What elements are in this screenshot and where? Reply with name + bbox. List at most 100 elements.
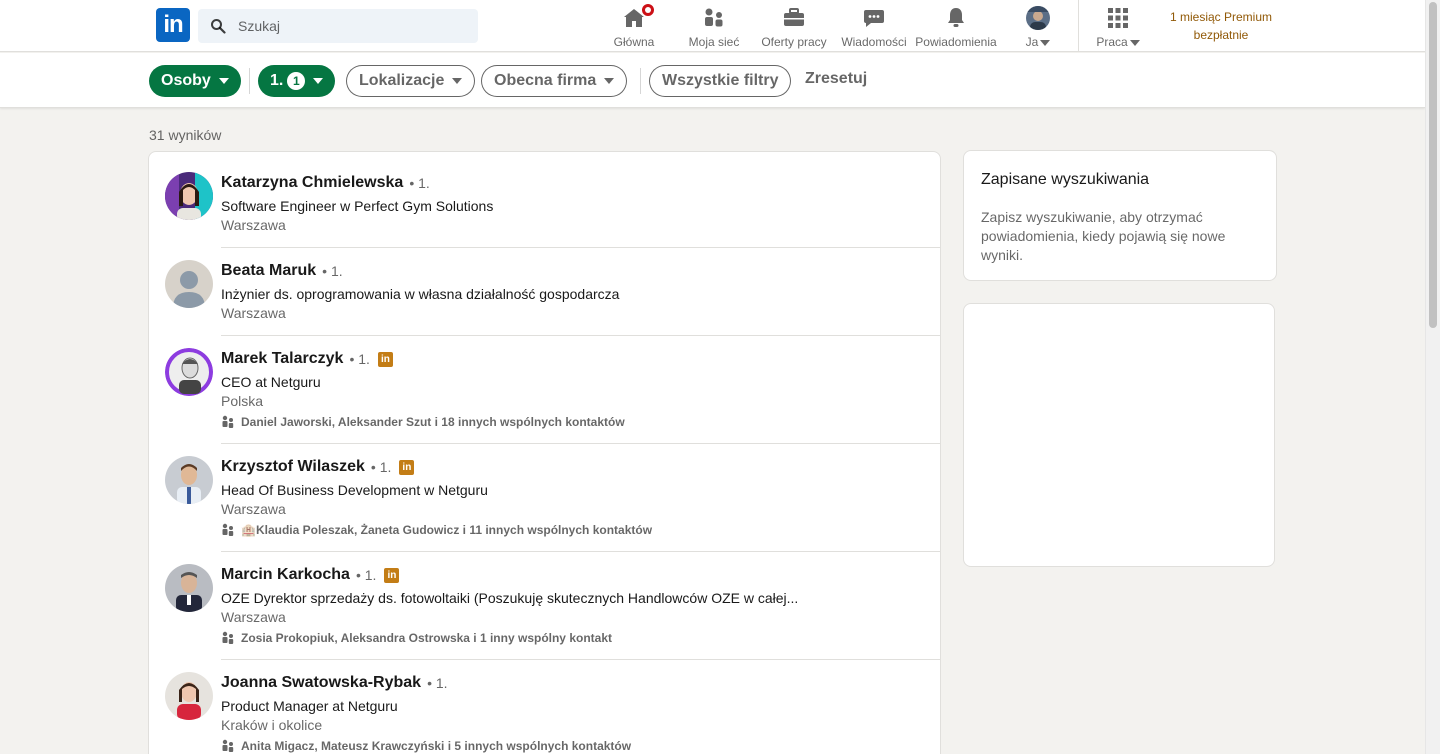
filter-degree-button[interactable]: 1. 1 xyxy=(258,65,336,97)
avatar[interactable] xyxy=(165,672,213,720)
notification-badge xyxy=(640,2,656,18)
home-icon xyxy=(622,2,656,31)
person-name-text: Marcin Karkocha xyxy=(221,566,350,583)
person-headline: Head Of Business Development w Netguru xyxy=(221,482,488,498)
nav-notifications[interactable]: Powiadomienia xyxy=(912,0,1000,52)
person-headline: OZE Dyrektor sprzedaży ds. fotowoltaiki … xyxy=(221,590,799,606)
linkedin-logo[interactable]: in xyxy=(156,8,190,42)
person-name-text: Beata Maruk xyxy=(221,262,317,279)
person-location: Warszawa xyxy=(221,217,286,233)
nav-messaging-label: Wiadomości xyxy=(841,35,907,49)
search-input[interactable] xyxy=(238,18,458,34)
person-name-text: Marek Talarczyk xyxy=(221,350,344,367)
filter-current-company-label: Obecna firma xyxy=(494,72,597,89)
person-name[interactable]: Katarzyna Chmielewska • 1. xyxy=(221,174,430,192)
list-item[interactable]: Beata Maruk • 1. Inżynier ds. oprogramowa… xyxy=(149,248,940,336)
network-icon xyxy=(702,5,726,31)
nav-me-label: Ja xyxy=(1026,35,1051,49)
nav-work[interactable]: Praca xyxy=(1092,0,1144,52)
person-headline: CEO at Netguru xyxy=(221,374,321,390)
person-name-text: Joanna Swatowska-Rybak xyxy=(221,674,422,691)
chevron-down-icon xyxy=(313,78,324,84)
person-name-text: Krzysztof Wilaszek xyxy=(221,458,365,475)
messaging-icon xyxy=(862,5,886,31)
person-name[interactable]: Joanna Swatowska-Rybak • 1. xyxy=(221,674,448,692)
avatar[interactable] xyxy=(165,172,213,220)
avatar[interactable] xyxy=(165,456,213,504)
list-item[interactable]: Marek Talarczyk • 1. in CEO at Netguru Pol… xyxy=(149,336,940,444)
me-label-text: Ja xyxy=(1025,35,1039,49)
premium-line2: bezpłatnie xyxy=(1193,28,1249,42)
filter-divider xyxy=(640,68,641,94)
nav-messaging[interactable]: Wiadomości xyxy=(838,0,910,52)
nav-jobs[interactable]: Oferty pracy xyxy=(756,0,832,52)
list-item[interactable]: Marcin Karkocha • 1. in OZE Dyrektor sprze… xyxy=(149,552,940,660)
person-location: Warszawa xyxy=(221,609,286,625)
shared-connections[interactable]: Zosia Prokopiuk, Aleksandra Ostrowska i … xyxy=(221,631,612,645)
saved-searches-card: Zapisane wyszukiwania Zapisz wyszukiwani… xyxy=(963,150,1277,281)
shared-connections-icon xyxy=(221,739,235,753)
shared-connections-icon xyxy=(221,631,235,645)
person-name[interactable]: Marek Talarczyk • 1. in xyxy=(221,350,393,368)
shared-connections-text: 🏨Klaudia Poleszak, Żaneta Gudowicz i 11 … xyxy=(241,523,653,537)
person-headline: Inżynier ds. oprogramowania w własna dzi… xyxy=(221,286,620,302)
filter-locations-button[interactable]: Lokalizacje xyxy=(346,65,476,97)
person-name[interactable]: Marcin Karkocha • 1. in xyxy=(221,566,400,584)
filter-current-company-button[interactable]: Obecna firma xyxy=(481,65,628,97)
shared-connections[interactable]: 🏨Klaudia Poleszak, Żaneta Gudowicz i 11 … xyxy=(221,523,652,537)
results-count: 31 wyników xyxy=(149,127,222,143)
list-item[interactable]: Joanna Swatowska-Rybak • 1. Product Manag… xyxy=(149,660,940,754)
connection-degree: • 1. xyxy=(370,459,392,475)
shared-connections[interactable]: Anita Migacz, Mateusz Krawczyński i 5 in… xyxy=(221,739,631,753)
premium-line1: 1 miesiąc Premium xyxy=(1169,10,1273,24)
nav-home[interactable]: Główna xyxy=(612,0,656,52)
scrollbar-thumb[interactable] xyxy=(1429,2,1437,328)
premium-badge-icon: in xyxy=(377,351,393,367)
filter-locations-label: Lokalizacje xyxy=(359,72,445,89)
saved-searches-title: Zapisane wyszukiwania xyxy=(981,171,1150,188)
person-location: Warszawa xyxy=(221,501,286,517)
grid-icon xyxy=(1107,5,1129,31)
results-list: Katarzyna Chmielewska • 1. Software Engin… xyxy=(148,151,941,754)
nav-work-label: Praca xyxy=(1096,35,1140,49)
avatar[interactable] xyxy=(165,564,213,612)
list-item[interactable]: Katarzyna Chmielewska • 1. Software Engin… xyxy=(149,152,940,248)
person-name[interactable]: Krzysztof Wilaszek • 1. in xyxy=(221,458,415,476)
shared-connections-text: Daniel Jaworski, Aleksander Szut i 18 in… xyxy=(241,415,625,429)
filter-people-label: Osoby xyxy=(161,72,211,89)
person-location: Warszawa xyxy=(221,305,286,321)
nav-notifications-label: Powiadomienia xyxy=(915,35,997,49)
shared-connections-text: Zosia Prokopiuk, Aleksandra Ostrowska i … xyxy=(241,631,612,645)
chevron-down-icon xyxy=(218,78,229,84)
nav-me[interactable]: Ja xyxy=(1020,0,1056,52)
saved-searches-description: Zapisz wyszukiwanie, aby otrzymać powiad… xyxy=(981,209,1226,263)
all-filters-button[interactable]: Wszystkie filtry xyxy=(649,65,792,97)
avatar[interactable] xyxy=(165,260,213,308)
list-item[interactable]: Krzysztof Wilaszek • 1. in Head Of Busines… xyxy=(149,444,940,552)
shared-connections[interactable]: Daniel Jaworski, Aleksander Szut i 18 in… xyxy=(221,415,625,429)
filter-divider xyxy=(249,68,250,94)
reset-button[interactable]: Zresetuj xyxy=(805,70,867,88)
nav-my-network[interactable]: Moja sieć xyxy=(684,0,744,52)
chevron-down-icon xyxy=(452,78,463,84)
global-nav: in Główna Moja sieć Oferty pracy Wiadomo… xyxy=(0,0,1425,52)
filter-people-button[interactable]: Osoby xyxy=(149,65,241,97)
search-icon xyxy=(198,18,238,34)
all-filters-label: Wszystkie filtry xyxy=(662,72,779,89)
work-label-text: Praca xyxy=(1096,35,1128,49)
shared-connections-icon xyxy=(221,415,235,429)
chevron-down-icon xyxy=(1129,39,1140,46)
search-bar[interactable] xyxy=(198,9,478,43)
premium-badge-icon: in xyxy=(399,459,415,475)
avatar[interactable] xyxy=(165,348,213,396)
page-scrollbar[interactable] xyxy=(1425,0,1440,754)
avatar xyxy=(1026,5,1050,31)
briefcase-icon xyxy=(782,5,806,31)
person-headline: Product Manager at Netguru xyxy=(221,698,398,714)
chevron-down-icon xyxy=(604,78,615,84)
shared-connections-text: Anita Migacz, Mateusz Krawczyński i 5 in… xyxy=(241,739,632,753)
person-name[interactable]: Beata Maruk • 1. xyxy=(221,262,343,280)
person-name-text: Katarzyna Chmielewska xyxy=(221,174,404,191)
nav-my-network-label: Moja sieć xyxy=(688,35,740,49)
premium-link[interactable]: 1 miesiąc Premium bezpłatnie xyxy=(1162,8,1280,44)
